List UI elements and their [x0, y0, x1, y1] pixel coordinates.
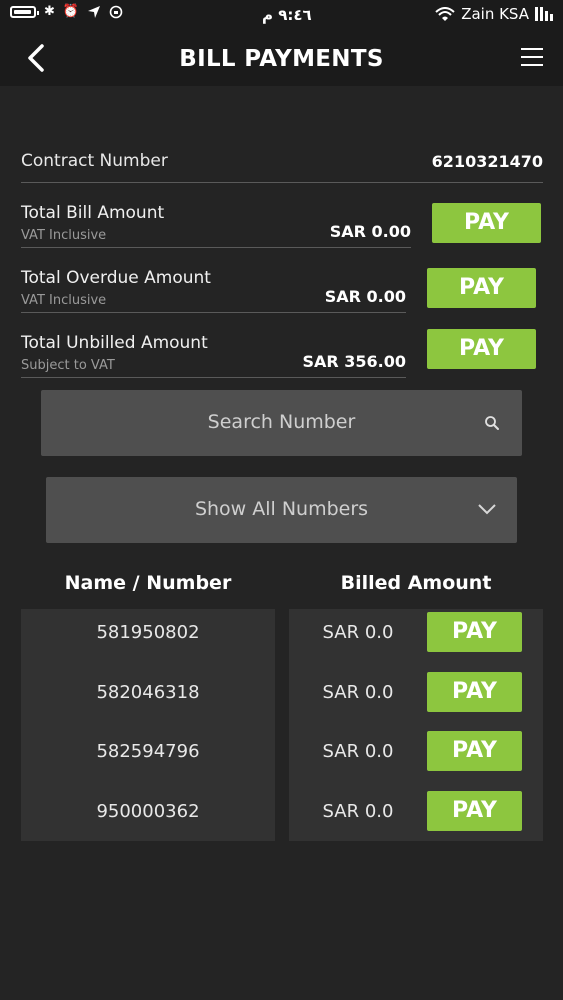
amount-sub: VAT Inclusive [21, 293, 107, 308]
amount-sub: Subject to VAT [21, 358, 115, 373]
location-icon [88, 6, 101, 18]
app-header: BILL PAYMENTS [0, 30, 563, 86]
carrier-name: Zain KSA [461, 5, 529, 23]
pay-total-overdue-button[interactable]: PAY [427, 268, 536, 308]
row-number: 950000362 [96, 801, 200, 822]
dropdown-selected: Show All Numbers [194, 498, 369, 520]
total-overdue-row: Total Overdue Amount VAT Inclusive SAR 0… [21, 266, 406, 313]
number-filter-dropdown[interactable]: Show All Numbers [46, 477, 517, 543]
contract-row: Contract Number 6210321470 [21, 150, 543, 183]
pay-total-bill-button[interactable]: PAY [432, 203, 541, 243]
signal-icon [535, 7, 553, 21]
pay-total-unbilled-button[interactable]: PAY [427, 329, 536, 369]
menu-icon[interactable] [521, 48, 543, 66]
row-number: 582594796 [96, 741, 200, 762]
amount-value: SAR 0.00 [329, 222, 411, 241]
total-unbilled-row: Total Unbilled Amount Subject to VAT SAR… [21, 331, 406, 378]
amount-label: Total Unbilled Amount [21, 333, 208, 353]
row-pay-button[interactable]: PAY [427, 791, 522, 831]
bluetooth-icon: ✱ [44, 4, 55, 19]
status-bar: ✱ ⏰ ٩:٤٦ م Zain KSA [0, 0, 563, 30]
search-icon[interactable] [484, 415, 500, 431]
amount-value: SAR 0.00 [324, 287, 406, 306]
total-bill-row: Total Bill Amount VAT Inclusive SAR 0.00 [21, 201, 411, 248]
contract-label: Contract Number [21, 151, 168, 171]
row-pay-button[interactable]: PAY [427, 731, 522, 771]
column-header-number: Name / Number [64, 572, 232, 594]
wifi-icon [435, 7, 455, 21]
row-number: 581950802 [96, 622, 200, 643]
search-placeholder: Search Number [207, 411, 356, 433]
row-pay-button[interactable]: PAY [427, 672, 522, 712]
contract-value: 6210321470 [431, 152, 543, 171]
search-input[interactable]: Search Number [41, 390, 522, 456]
amount-value: SAR 356.00 [302, 352, 406, 371]
alarm-icon: ⏰ [62, 4, 80, 19]
status-left: ✱ ⏰ [10, 5, 123, 19]
amount-label: Total Overdue Amount [21, 268, 211, 288]
chevron-down-icon [478, 504, 496, 515]
amount-sub: VAT Inclusive [21, 228, 107, 243]
row-amount: SAR 0.0 [322, 622, 394, 643]
status-time: ٩:٤٦ م [262, 6, 312, 24]
row-number: 582046318 [96, 682, 200, 703]
row-amount: SAR 0.0 [322, 682, 394, 703]
rotation-lock-icon [109, 5, 123, 19]
column-header-amount: Billed Amount [340, 572, 492, 594]
row-amount: SAR 0.0 [322, 741, 394, 762]
row-amount: SAR 0.0 [322, 801, 394, 822]
page-title: BILL PAYMENTS [179, 46, 384, 72]
row-pay-button[interactable]: PAY [427, 612, 522, 652]
amount-label: Total Bill Amount [21, 203, 165, 223]
status-right: Zain KSA [435, 5, 553, 23]
battery-icon [10, 6, 39, 18]
